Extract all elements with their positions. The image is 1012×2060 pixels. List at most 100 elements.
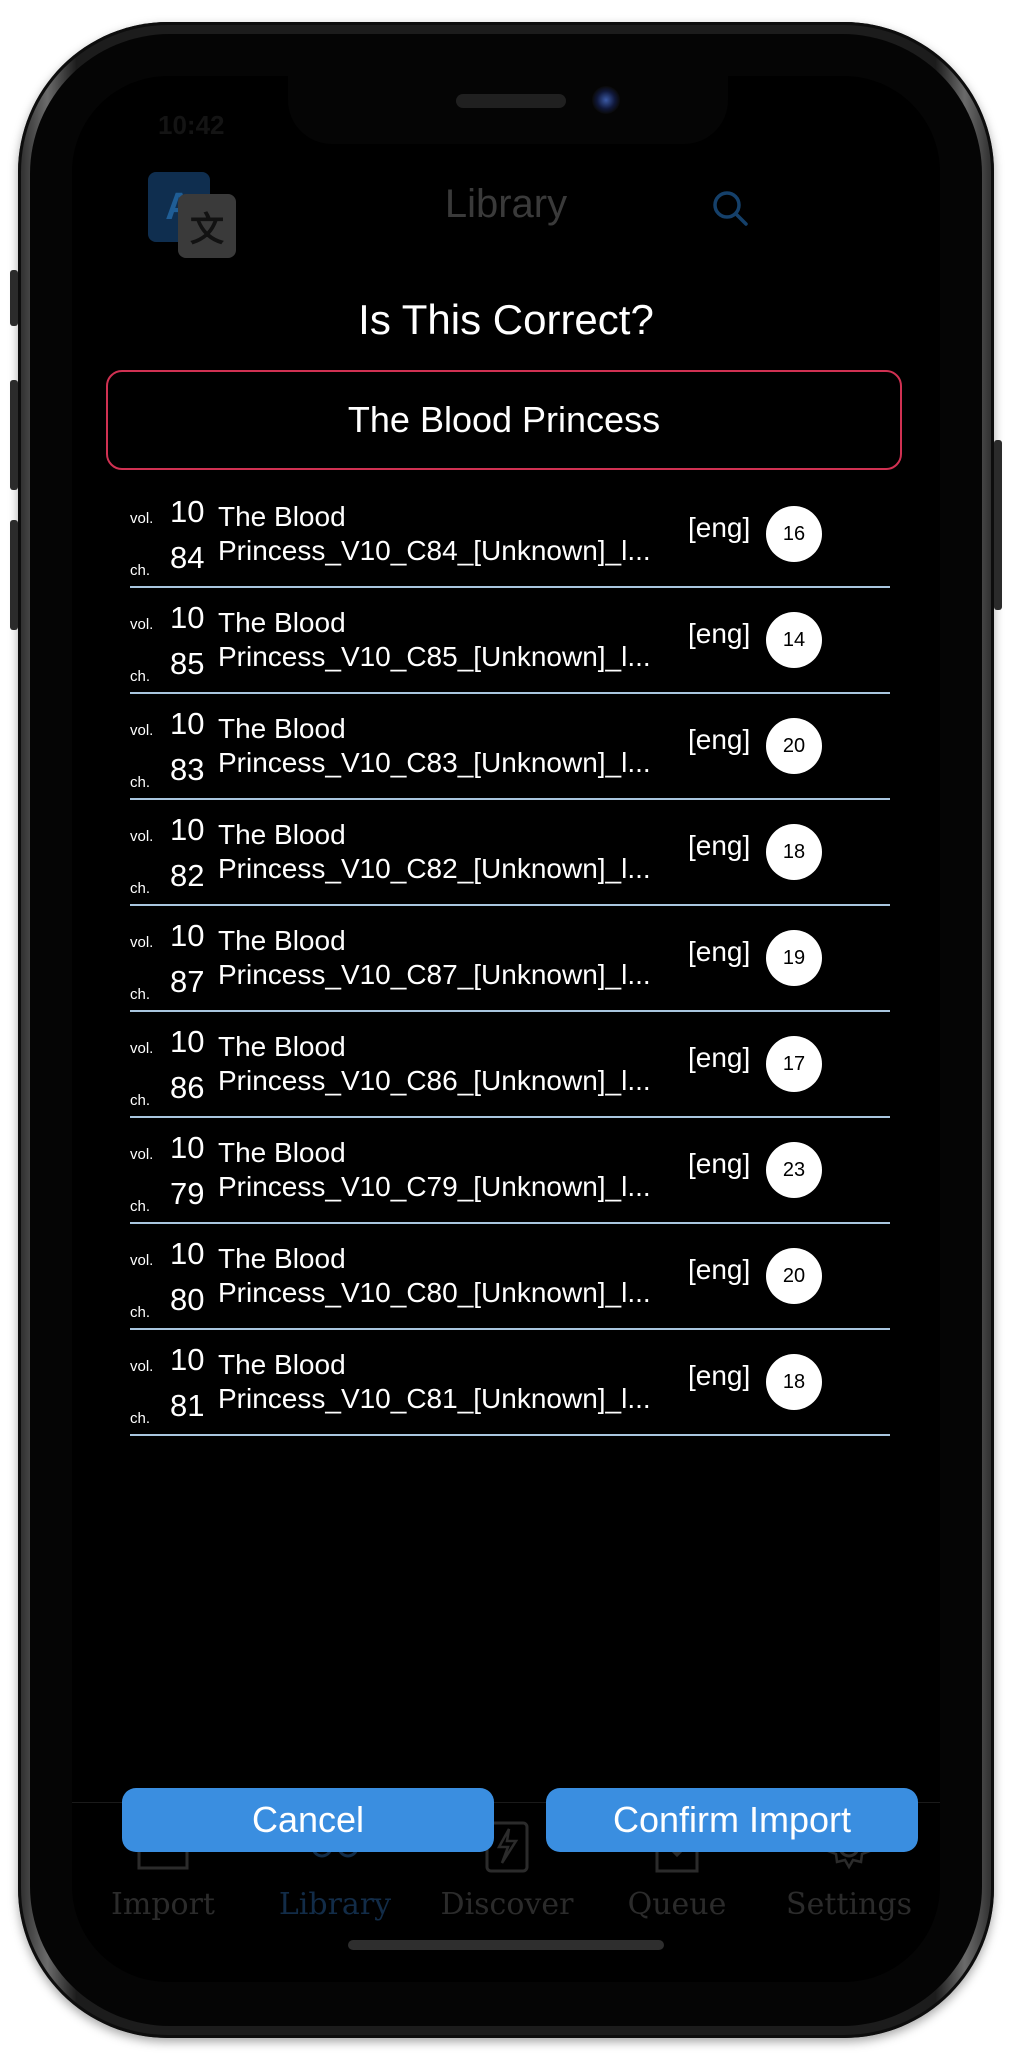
chapter-number: 81 bbox=[170, 1388, 205, 1423]
ch-label: ch. bbox=[130, 1092, 151, 1109]
chapter-number: 87 bbox=[170, 964, 205, 999]
file-name-line-2: Princess_V10_C84_[Unknown]_l... bbox=[218, 535, 651, 566]
chapter-row[interactable]: vol. 10 ch. 86 The Blood Princess_V10_C86_[Un… bbox=[130, 1012, 890, 1118]
language-tag: [eng] bbox=[688, 724, 751, 755]
chapter-row[interactable]: vol. 10 ch. 87 The Blood Princess_V10_C87_[Un… bbox=[130, 906, 890, 1012]
ch-label: ch. bbox=[130, 774, 151, 791]
chapter-row[interactable]: vol. 10 ch. 83 The Blood Princess_V10_C83_[Un… bbox=[130, 694, 890, 800]
chapter-file-name: The Blood Princess_V10_C79_[Unknown]_l... bbox=[218, 1136, 670, 1204]
volume-number: 10 bbox=[170, 812, 205, 847]
volume-up-button bbox=[10, 380, 18, 490]
file-name-line-2: Princess_V10_C87_[Unknown]_l... bbox=[218, 959, 651, 990]
volume-number: 10 bbox=[170, 600, 205, 635]
tab-library-label: Library bbox=[278, 1887, 392, 1922]
volume-number: 10 bbox=[170, 1342, 205, 1377]
silent-switch bbox=[10, 270, 18, 326]
chapter-file-name: The Blood Princess_V10_C87_[Unknown]_l... bbox=[218, 924, 670, 992]
language-tag: [eng] bbox=[688, 1042, 751, 1073]
vol-label: vol. bbox=[130, 722, 154, 739]
volume-number: 10 bbox=[170, 1130, 205, 1165]
page-count-badge: 17 bbox=[766, 1036, 822, 1092]
chapter-file-name: The Blood Princess_V10_C83_[Unknown]_l... bbox=[218, 712, 670, 780]
ch-label: ch. bbox=[130, 1304, 151, 1321]
volume-number: 10 bbox=[170, 1236, 205, 1271]
chapter-file-name: The Blood Princess_V10_C80_[Unknown]_l... bbox=[218, 1242, 670, 1310]
file-name-line-1: The Blood bbox=[218, 713, 346, 744]
series-name-value: The Blood Princess bbox=[347, 399, 661, 440]
file-name-line-1: The Blood bbox=[218, 1137, 346, 1168]
tab-queue-label: Queue bbox=[627, 1887, 727, 1922]
language-tag: [eng] bbox=[688, 618, 751, 649]
ch-label: ch. bbox=[130, 562, 151, 579]
chapter-row[interactable]: vol. 10 ch. 84 The Blood Princess_V10_C84_[Un… bbox=[130, 482, 890, 588]
vol-label: vol. bbox=[130, 510, 154, 527]
chapter-number: 80 bbox=[170, 1282, 205, 1317]
chapter-number: 86 bbox=[170, 1070, 205, 1105]
vol-label: vol. bbox=[130, 934, 154, 951]
ch-label: ch. bbox=[130, 986, 151, 1003]
series-name-field[interactable]: The Blood Princess bbox=[106, 370, 902, 470]
language-tag: [eng] bbox=[688, 830, 751, 861]
ch-label: ch. bbox=[130, 880, 151, 897]
volume-number: 10 bbox=[170, 918, 205, 953]
chapter-number: 82 bbox=[170, 858, 205, 893]
chapter-row[interactable]: vol. 10 ch. 85 The Blood Princess_V10_C85_[Un… bbox=[130, 588, 890, 694]
page-count-badge: 19 bbox=[766, 930, 822, 986]
chapter-list: vol. 10 ch. 84 The Blood Princess_V10_C84_[Un… bbox=[130, 482, 890, 1436]
chapter-row[interactable]: vol. 10 ch. 79 The Blood Princess_V10_C79_[Un… bbox=[130, 1118, 890, 1224]
page-count-badge: 20 bbox=[766, 718, 822, 774]
chapter-row[interactable]: vol. 10 ch. 80 The Blood Princess_V10_C80_[Un… bbox=[130, 1224, 890, 1330]
chapter-file-name: The Blood Princess_V10_C81_[Unknown]_l... bbox=[218, 1348, 670, 1416]
import-confirmation-modal: Is This Correct? The Blood Princess vol.… bbox=[86, 266, 926, 1852]
ch-label: ch. bbox=[130, 668, 151, 685]
cancel-button[interactable]: Cancel bbox=[122, 1788, 494, 1852]
tab-import-label: Import bbox=[111, 1887, 215, 1922]
front-camera bbox=[592, 86, 620, 114]
file-name-line-2: Princess_V10_C81_[Unknown]_l... bbox=[218, 1383, 651, 1414]
confirm-import-button[interactable]: Confirm Import bbox=[546, 1788, 918, 1852]
chapter-file-name: The Blood Princess_V10_C84_[Unknown]_l... bbox=[218, 500, 670, 568]
language-tag: [eng] bbox=[688, 1254, 751, 1285]
speaker-grille bbox=[456, 94, 566, 108]
chapter-row[interactable]: vol. 10 ch. 82 The Blood Princess_V10_C82_[Un… bbox=[130, 800, 890, 906]
page-count-badge: 18 bbox=[766, 1354, 822, 1410]
file-name-line-2: Princess_V10_C83_[Unknown]_l... bbox=[218, 747, 651, 778]
chapter-file-name: The Blood Princess_V10_C86_[Unknown]_l... bbox=[218, 1030, 670, 1098]
power-button bbox=[994, 440, 1002, 610]
language-tag: [eng] bbox=[688, 1360, 751, 1391]
chapter-file-name: The Blood Princess_V10_C82_[Unknown]_l... bbox=[218, 818, 670, 886]
volume-down-button bbox=[10, 520, 18, 630]
file-name-line-1: The Blood bbox=[218, 501, 346, 532]
file-name-line-2: Princess_V10_C79_[Unknown]_l... bbox=[218, 1171, 651, 1202]
page-count-badge: 16 bbox=[766, 506, 822, 562]
ch-label: ch. bbox=[130, 1198, 151, 1215]
file-name-line-1: The Blood bbox=[218, 925, 346, 956]
search-icon[interactable] bbox=[710, 188, 750, 228]
vol-label: vol. bbox=[130, 1252, 154, 1269]
screen: 10:42 A 文 Library Import bbox=[72, 76, 940, 1982]
chapter-number: 83 bbox=[170, 752, 205, 787]
home-indicator bbox=[348, 1940, 664, 1950]
file-name-line-2: Princess_V10_C82_[Unknown]_l... bbox=[218, 853, 651, 884]
vol-label: vol. bbox=[130, 616, 154, 633]
notch bbox=[288, 72, 728, 144]
page-count-badge: 20 bbox=[766, 1248, 822, 1304]
chapter-number: 84 bbox=[170, 540, 205, 575]
file-name-line-1: The Blood bbox=[218, 607, 346, 638]
chapter-row[interactable]: vol. 10 ch. 81 The Blood Princess_V10_C81_[Un… bbox=[130, 1330, 890, 1436]
file-name-line-2: Princess_V10_C86_[Unknown]_l... bbox=[218, 1065, 651, 1096]
status-time: 10:42 bbox=[158, 110, 225, 140]
volume-number: 10 bbox=[170, 494, 205, 529]
file-name-line-2: Princess_V10_C85_[Unknown]_l... bbox=[218, 641, 651, 672]
page-count-badge: 23 bbox=[766, 1142, 822, 1198]
ch-label: ch. bbox=[130, 1410, 151, 1427]
page-count-badge: 14 bbox=[766, 612, 822, 668]
chapter-number: 79 bbox=[170, 1176, 205, 1211]
vol-label: vol. bbox=[130, 1146, 154, 1163]
chapter-file-name: The Blood Princess_V10_C85_[Unknown]_l... bbox=[218, 606, 670, 674]
tab-settings-label: Settings bbox=[786, 1887, 912, 1922]
vol-label: vol. bbox=[130, 1358, 154, 1375]
volume-number: 10 bbox=[170, 1024, 205, 1059]
page-count-badge: 18 bbox=[766, 824, 822, 880]
vol-label: vol. bbox=[130, 1040, 154, 1057]
